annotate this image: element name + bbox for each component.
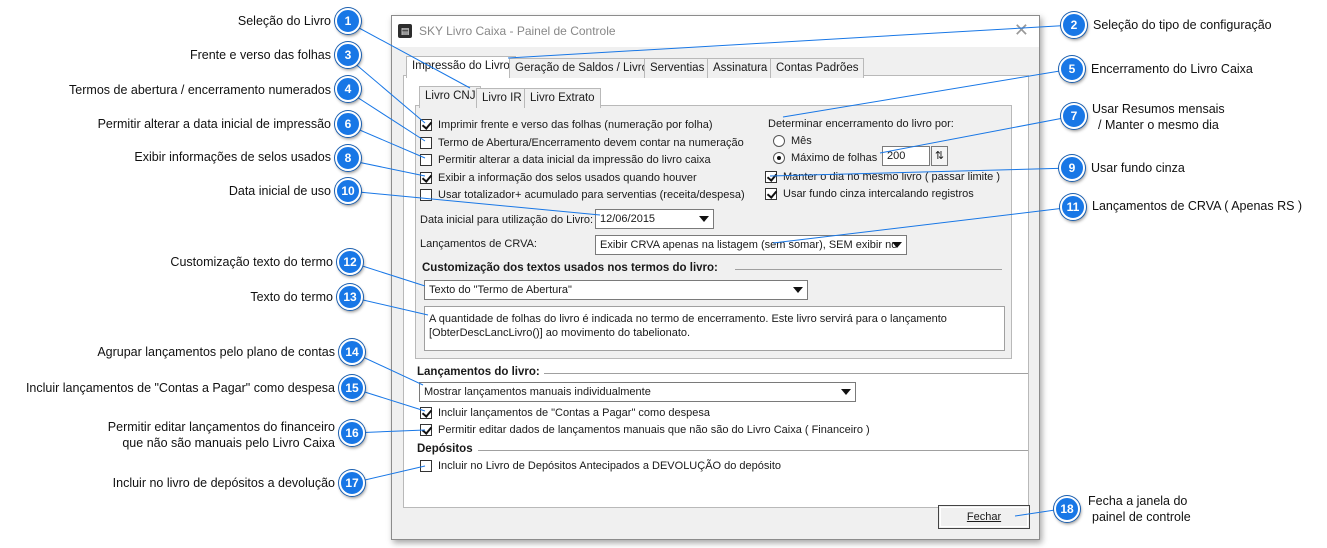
callout-16-text-line2: que não são manuais pelo Livro Caixa — [122, 436, 335, 450]
callout-7-text-line2: / Manter o mesmo dia — [1098, 118, 1219, 132]
callout-9-text: Usar fundo cinza — [1091, 161, 1185, 175]
callout-14-text: Agrupar lançamentos pelo plano de contas — [97, 345, 335, 359]
callout-11-badge: 11 — [1060, 194, 1086, 220]
callout-8-text: Exibir informações de selos usados — [134, 150, 331, 164]
callout-15-text: Incluir lançamentos de "Contas a Pagar" … — [25, 381, 335, 395]
callout-12-text: Customização texto do termo — [170, 255, 333, 269]
callout-2-badge: 2 — [1061, 12, 1087, 38]
callout-13-badge: 13 — [337, 284, 363, 310]
callout-8-badge: 8 — [335, 145, 361, 171]
callout-9-badge: 9 — [1059, 155, 1085, 181]
callout-4-text: Termos de abertura / encerramento numera… — [69, 83, 331, 97]
callout-12-badge: 12 — [337, 249, 363, 275]
leader-line-10 — [347, 190, 601, 216]
callout-3-text: Frente e verso das folhas — [189, 48, 331, 62]
leader-line-18 — [1014, 509, 1056, 517]
callout-5-badge: 5 — [1059, 56, 1085, 82]
callout-18-text-line1: Fecha a janela do — [1088, 494, 1188, 508]
callout-2-text: Seleção do tipo de configuração — [1093, 18, 1272, 32]
callout-1-badge: 1 — [335, 8, 361, 34]
callout-17-badge: 17 — [339, 470, 365, 496]
leader-line-7 — [879, 115, 1075, 154]
leader-line-11 — [772, 206, 1074, 244]
leader-line-9 — [769, 167, 1073, 177]
leader-line-1 — [347, 21, 471, 89]
callout-16-text-line1: Permitir editar lançamentos do financeir… — [107, 420, 335, 434]
callout-7-badge: 7 — [1061, 103, 1087, 129]
callout-11-text: Lançamentos de CRVA ( Apenas RS ) — [1092, 199, 1303, 213]
callout-3-badge: 3 — [335, 42, 361, 68]
callout-10-badge: 10 — [335, 178, 361, 204]
callout-18-badge: 18 — [1054, 496, 1080, 522]
leader-line-2 — [507, 24, 1075, 59]
callout-16-badge: 16 — [339, 420, 365, 446]
callout-10-text: Data inicial de uso — [228, 184, 331, 198]
callout-14-badge: 14 — [339, 339, 365, 365]
callout-17-text: Incluir no livro de depósitos a devoluçã… — [112, 476, 335, 490]
callout-1-text: Seleção do Livro — [237, 14, 331, 28]
leader-line-5 — [782, 68, 1073, 118]
callout-6-text: Permitir alterar a data inicial de impre… — [97, 117, 331, 131]
callout-18-text-line2: painel de controle — [1092, 510, 1191, 524]
callout-15-badge: 15 — [339, 375, 365, 401]
callout-4-badge: 4 — [335, 76, 361, 102]
callout-6-badge: 6 — [335, 111, 361, 137]
callout-5-text: Encerramento do Livro Caixa — [1091, 62, 1253, 76]
callout-7-text-line1: Usar Resumos mensais — [1092, 102, 1225, 116]
callout-13-text: Texto do termo — [250, 290, 333, 304]
